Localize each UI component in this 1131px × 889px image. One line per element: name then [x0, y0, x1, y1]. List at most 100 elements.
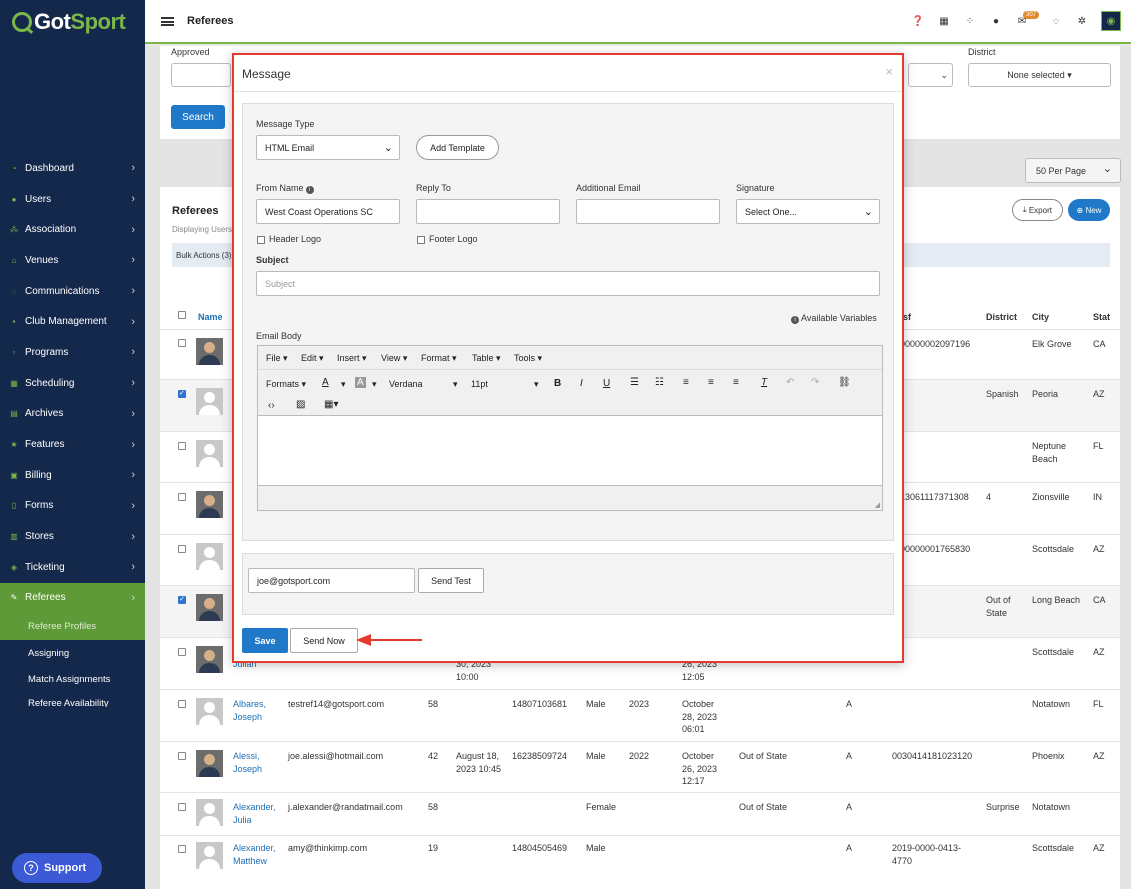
sidebar-item-billing[interactable]: ▣ Billing › — [0, 460, 145, 491]
row-checkbox[interactable] — [178, 845, 186, 853]
background-color-dropdown-icon[interactable]: ▾ — [372, 379, 377, 390]
subject-input[interactable]: Subject — [256, 271, 880, 296]
image-icon[interactable]: ▨ — [296, 399, 305, 410]
column-header-city[interactable]: City — [1032, 312, 1049, 322]
editor-menu-format[interactable]: Format ▾ — [421, 353, 457, 364]
source-code-icon[interactable]: ‹› — [268, 400, 275, 411]
footer-logo-checkbox[interactable] — [417, 236, 425, 244]
font-size-dropdown[interactable]: 11pt — [471, 379, 488, 389]
column-header-district[interactable]: District — [986, 312, 1017, 322]
align-right-icon[interactable]: ≡ — [733, 377, 739, 388]
sidebar-item-forms[interactable]: ▯ Forms › — [0, 491, 145, 522]
row-checkbox[interactable] — [178, 648, 186, 656]
gotsport-logo[interactable]: GotSport — [12, 8, 126, 36]
new-button[interactable]: ⊕ New — [1068, 199, 1110, 221]
search-button[interactable]: Search — [171, 105, 225, 129]
sidebar-item-scheduling[interactable]: ▦ Scheduling › — [0, 368, 145, 399]
sidebar-item-communications[interactable]: ◌ Communications › — [0, 276, 145, 307]
cell-name[interactable]: Albares, Joseph — [233, 698, 278, 723]
header-logo-checkbox[interactable] — [257, 236, 265, 244]
text-color-dropdown-icon[interactable]: ▾ — [341, 379, 346, 390]
editor-menu-table[interactable]: Table ▾ — [472, 353, 501, 364]
chat-icon[interactable]: ◌ — [1043, 16, 1069, 27]
grid-icon[interactable]: ▦ — [931, 16, 957, 27]
row-checkbox[interactable] — [178, 389, 186, 398]
per-page-select[interactable]: 50 Per Page — [1025, 158, 1121, 183]
chevron-down-icon[interactable]: ▾ — [453, 379, 458, 390]
column-header-name[interactable]: Name — [198, 312, 223, 322]
editor-menu-tools[interactable]: Tools ▾ — [514, 353, 542, 364]
table-row[interactable]: Alexander, Matthew amy@thinkimp.com 19 1… — [160, 835, 1120, 881]
sidebar-subitem-match-assignments[interactable]: Match Assignments — [0, 666, 145, 693]
sidebar-item-archives[interactable]: ▤ Archives › — [0, 399, 145, 430]
sidebar-item-features[interactable]: ★ Features › — [0, 429, 145, 460]
export-button[interactable]: ⤓ Export — [1012, 199, 1063, 221]
sidebar-item-programs[interactable]: ▫ Programs › — [0, 337, 145, 368]
sidebar-subitem-assigning[interactable]: Assigning — [0, 640, 145, 667]
row-checkbox[interactable] — [178, 493, 186, 501]
sidebar-subitem-referee-profiles[interactable]: Referee Profiles — [0, 613, 145, 640]
table-row[interactable]: Alexander, Julia j.alexander@randatmail.… — [160, 792, 1120, 835]
table-row[interactable]: Alessi, Joseph joe.alessi@hotmail.com 42… — [160, 741, 1120, 792]
sidebar-item-ticketing[interactable]: ◈ Ticketing › — [0, 552, 145, 583]
cell-name[interactable]: Alessi, Joseph — [233, 750, 278, 775]
numbered-list-icon[interactable]: ☷ — [655, 377, 664, 388]
row-checkbox[interactable] — [178, 752, 186, 760]
italic-icon[interactable]: I — [580, 378, 583, 389]
additional-email-input[interactable] — [576, 199, 720, 224]
send-test-button[interactable]: Send Test — [418, 568, 484, 593]
table-icon[interactable]: ▦▾ — [324, 399, 338, 410]
row-checkbox[interactable] — [178, 700, 186, 708]
account-avatar[interactable]: ◉ — [1101, 11, 1121, 31]
gear-icon[interactable]: ✲ — [1069, 16, 1095, 27]
bullet-list-icon[interactable]: ☰ — [630, 377, 639, 388]
save-button[interactable]: Save — [242, 628, 288, 653]
cell-name[interactable]: Alexander, Matthew — [233, 842, 281, 867]
test-email-input[interactable]: joe@gotsport.com — [248, 568, 415, 593]
redo-icon[interactable]: ↷ — [811, 377, 819, 388]
apps-icon[interactable]: ⁘ — [957, 16, 983, 27]
column-header-state[interactable]: Stat — [1093, 312, 1110, 322]
sidebar-item-club-management[interactable]: ▪ Club Management › — [0, 306, 145, 337]
available-variables-link[interactable]: i Available Variables — [791, 313, 877, 324]
sidebar-item-venues[interactable]: ⌂ Venues › — [0, 245, 145, 276]
align-center-icon[interactable]: ≡ — [708, 377, 714, 388]
filter-approved-select[interactable] — [171, 63, 231, 87]
chevron-down-icon[interactable]: ▾ — [534, 379, 539, 390]
editor-body[interactable] — [258, 416, 882, 485]
link-icon[interactable]: ⛓ — [838, 377, 851, 388]
sidebar-item-association[interactable]: ⁂ Association › — [0, 214, 145, 245]
add-template-button[interactable]: Add Template — [416, 135, 499, 160]
font-family-dropdown[interactable]: Verdana — [389, 379, 423, 389]
table-row[interactable]: Albares, Joseph testref14@gotsport.com 5… — [160, 689, 1120, 741]
send-now-button[interactable]: Send Now — [290, 628, 358, 653]
sidebar-item-stores[interactable]: ▥ Stores › — [0, 521, 145, 552]
background-color-icon[interactable]: A — [355, 377, 366, 388]
row-checkbox[interactable] — [178, 803, 186, 811]
select-all-checkbox[interactable] — [178, 311, 186, 319]
undo-icon[interactable]: ↶ — [786, 377, 794, 388]
editor-menu-view[interactable]: View ▾ — [381, 353, 407, 364]
editor-menu-edit[interactable]: Edit ▾ — [301, 353, 324, 364]
hamburger-menu-icon[interactable] — [161, 17, 174, 26]
editor-menu-file[interactable]: File ▾ — [266, 353, 288, 364]
editor-menu-insert[interactable]: Insert ▾ — [337, 353, 367, 364]
info-icon[interactable]: i — [305, 186, 314, 194]
sidebar-item-dashboard[interactable]: ◔ Dashboard › — [0, 153, 145, 184]
text-color-icon[interactable]: A — [322, 377, 329, 388]
close-icon[interactable]: × — [885, 64, 893, 79]
sidebar-item-referees[interactable]: ✎ Referees › — [0, 582, 145, 614]
reply-to-input[interactable] — [416, 199, 560, 224]
bold-icon[interactable]: B — [554, 378, 561, 389]
support-button[interactable]: ? Support — [12, 853, 102, 883]
row-checkbox[interactable] — [178, 545, 186, 553]
help-icon[interactable]: ❓ — [905, 16, 931, 27]
row-checkbox[interactable] — [178, 339, 186, 347]
filter-state-select[interactable]: ⌄ — [908, 63, 953, 87]
from-name-input[interactable]: West Coast Operations SC — [256, 199, 400, 224]
formats-dropdown[interactable]: Formats ▾ — [266, 379, 306, 390]
sidebar-item-users[interactable]: ● Users › — [0, 184, 145, 215]
sidebar-subitem-referee-availability[interactable]: Referee Availability — [0, 693, 145, 707]
align-left-icon[interactable]: ≡ — [683, 377, 689, 388]
row-checkbox[interactable] — [178, 595, 186, 604]
